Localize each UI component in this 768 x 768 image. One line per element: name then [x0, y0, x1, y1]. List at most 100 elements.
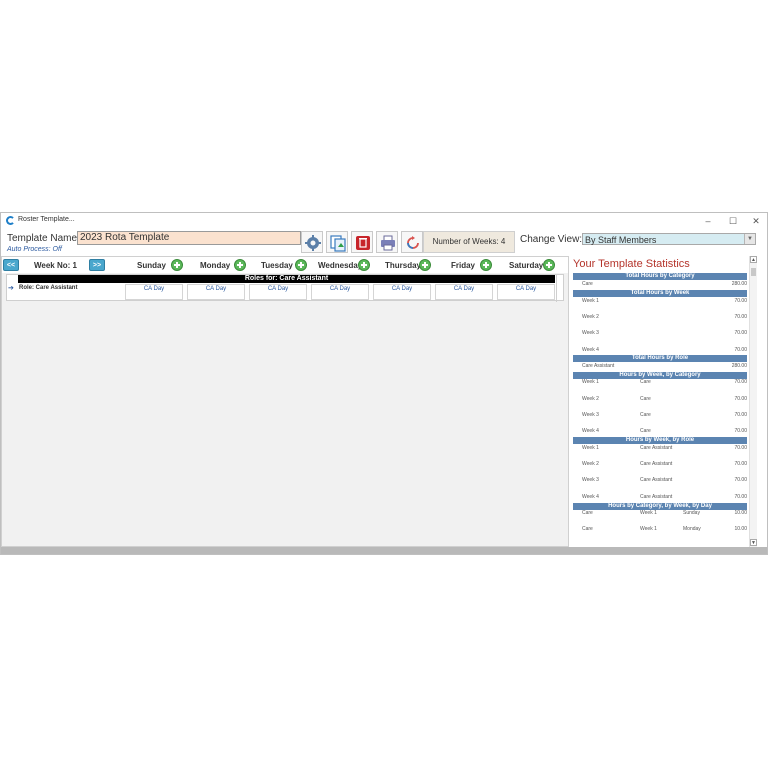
stats-role: Care Assistant [582, 363, 615, 369]
add-friday-icon[interactable] [480, 259, 492, 271]
copy-template-icon [330, 235, 346, 252]
auto-process-status: Auto Process: Off [7, 246, 62, 253]
stats-title: Your Template Statistics [573, 258, 690, 270]
settings-button[interactable] [301, 231, 323, 253]
maximize-button[interactable]: ☐ [722, 214, 744, 228]
stats-role: Care Assistant [640, 477, 673, 483]
print-icon [381, 235, 395, 251]
add-sunday-icon[interactable] [171, 259, 183, 271]
stats-row: Week 4 Care 70.00 [582, 428, 747, 434]
stats-row: Week 3 Care 70.00 [582, 412, 747, 418]
stats-week: Week 3 [582, 477, 599, 483]
stats-value: 280.00 [731, 281, 747, 287]
shift-cell-sunday[interactable]: CA Day [125, 284, 183, 300]
stats-row: Week 2 Care 70.00 [582, 396, 747, 402]
stats-row: Week 4 70.00 [582, 347, 747, 353]
shift-cell-friday[interactable]: CA Day [435, 284, 493, 300]
change-view-label: Change View: [520, 234, 583, 245]
add-tuesday-icon[interactable] [295, 259, 307, 271]
refresh-button[interactable] [401, 231, 423, 253]
day-header-thursday: Thursday [385, 261, 422, 270]
stats-row: Week 1 Care 70.00 [582, 379, 747, 385]
print-button[interactable] [376, 231, 398, 253]
stats-row: Care 280.00 [582, 281, 747, 287]
stats-category: Care [582, 526, 593, 532]
add-saturday-icon[interactable] [543, 259, 555, 271]
roster-grid: << Week No: 1 >> Sunday Monday Tuesday W… [1, 256, 569, 547]
day-header-friday: Friday [451, 261, 476, 270]
stats-week: Week 1 [640, 510, 657, 516]
stats-value: 70.00 [734, 494, 747, 500]
change-view-value: By Staff Members [585, 235, 657, 245]
change-view-select[interactable]: By Staff Members ▼ [582, 233, 756, 245]
grid-header: << Week No: 1 >> Sunday Monday Tuesday W… [2, 257, 568, 273]
stats-week: Week 2 [582, 396, 599, 402]
delete-template-button[interactable] [351, 231, 373, 253]
stats-scrollbar[interactable]: ▲ ▼ [749, 256, 757, 547]
stats-heading-hours-by-role: Total Hours by Role [573, 355, 747, 362]
stats-week: Week 3 [582, 412, 599, 418]
day-header-sunday: Sunday [137, 261, 166, 270]
stats-value: 10.00 [734, 510, 747, 516]
shift-cell-saturday[interactable]: CA Day [497, 284, 555, 300]
stats-value: 70.00 [734, 477, 747, 483]
day-header-wednesday: Wednesday [318, 261, 363, 270]
stats-row: Week 2 70.00 [582, 314, 747, 320]
stats-heading-week-category: Hours by Week, by Category [573, 372, 747, 379]
row-pointer-icon: ➔ [8, 285, 14, 292]
stats-day: Monday [683, 526, 701, 532]
stats-row: Care Week 1 Sunday 10.00 [582, 510, 747, 516]
stats-value: 70.00 [734, 298, 747, 304]
day-header-monday: Monday [200, 261, 231, 270]
scroll-down-icon[interactable]: ▼ [750, 539, 757, 546]
close-button[interactable]: ✕ [745, 214, 767, 228]
prev-week-button[interactable]: << [3, 259, 19, 271]
stats-value: 70.00 [734, 347, 747, 353]
stats-week: Week 1 [582, 298, 599, 304]
add-thursday-icon[interactable] [419, 259, 431, 271]
minimize-button[interactable]: – [697, 214, 719, 228]
stats-week: Week 1 [582, 445, 599, 451]
stats-role: Care Assistant [640, 461, 673, 467]
stats-week: Week 4 [582, 494, 599, 500]
stats-row: Week 3 70.00 [582, 330, 747, 336]
stats-row: Week 2 Care Assistant 70.00 [582, 461, 747, 467]
stats-heading-category-week-day: Hours by Category, by Week, by Day [573, 503, 747, 510]
stats-role: Care Assistant [640, 445, 673, 451]
stats-value: 10.00 [734, 526, 747, 532]
day-header-saturday: Saturday [509, 261, 544, 270]
stats-category: Care [582, 510, 593, 516]
grid-divider [556, 275, 557, 302]
shift-cell-monday[interactable]: CA Day [187, 284, 245, 300]
refresh-icon [407, 236, 419, 249]
title-bar: Roster Template... – ☐ ✕ [1, 213, 767, 229]
stats-category: Care [640, 379, 651, 385]
stats-row: Week 3 Care Assistant 70.00 [582, 477, 747, 483]
stats-category: Care [640, 412, 651, 418]
copy-template-button[interactable] [326, 231, 348, 253]
scroll-up-icon[interactable]: ▲ [750, 256, 757, 263]
stats-week: Week 1 [582, 379, 599, 385]
template-name-input[interactable]: 2023 Rota Template [77, 231, 301, 245]
stats-value: 70.00 [734, 428, 747, 434]
stats-value: 70.00 [734, 461, 747, 467]
add-wednesday-icon[interactable] [358, 259, 370, 271]
chevron-down-icon[interactable]: ▼ [744, 234, 755, 244]
roster-template-window: Roster Template... – ☐ ✕ Template Name: … [0, 212, 768, 555]
shift-cell-tuesday[interactable]: CA Day [249, 284, 307, 300]
scroll-thumb[interactable] [751, 268, 756, 276]
number-of-weeks: Number of Weeks: 4 [423, 231, 515, 253]
shift-cell-wednesday[interactable]: CA Day [311, 284, 369, 300]
template-name-label: Template Name: [7, 233, 80, 244]
roles-section: Roles for: Care Assistant ➔ Role: Care A… [6, 274, 564, 302]
next-week-button[interactable]: >> [89, 259, 105, 271]
stats-category: Care [640, 396, 651, 402]
role-label: Role: Care Assistant [19, 285, 78, 291]
stats-value: 70.00 [734, 445, 747, 451]
add-monday-icon[interactable] [234, 259, 246, 271]
gear-icon [305, 235, 321, 251]
stats-value: 70.00 [734, 379, 747, 385]
shift-cell-thursday[interactable]: CA Day [373, 284, 431, 300]
stats-heading-week-role: Hours by Week, by Role [573, 437, 747, 444]
roles-bar: Roles for: Care Assistant [18, 275, 555, 283]
